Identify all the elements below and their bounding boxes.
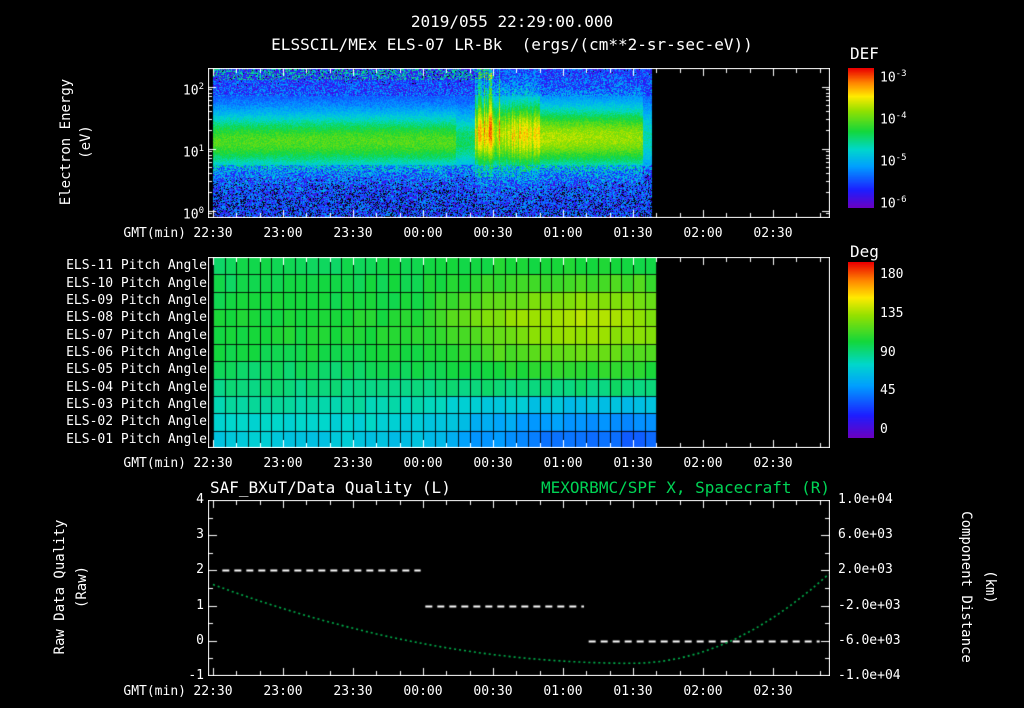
- x-tick-label: 23:00: [263, 684, 303, 699]
- spec-y-tick-label: 101: [182, 143, 204, 160]
- spectrogram-y-label: Electron Energy: [58, 78, 74, 206]
- x-tick-label: 00:30: [473, 456, 513, 471]
- pitch-row-label: ELS-06 Pitch Angle: [66, 345, 207, 360]
- pitch-row-label: ELS-08 Pitch Angle: [66, 310, 207, 326]
- x-tick-label: 01:00: [543, 684, 583, 699]
- ts-left-tick-label: 0: [196, 632, 204, 648]
- deg-colorbar-title: Deg: [850, 242, 879, 261]
- x-tick-label: 02:00: [683, 226, 723, 241]
- ts-left-tick-label: 1: [196, 597, 204, 613]
- x-tick-label: 02:30: [753, 456, 793, 471]
- deg-colorbar-tick-label: 0: [880, 422, 888, 437]
- timeseries-panel: [208, 500, 830, 676]
- pitch-row-label: ELS-02 Pitch Angle: [66, 414, 207, 430]
- spec-y-tick-label: 100: [182, 205, 204, 222]
- ts-right-tick-label: 2.0e+03: [838, 562, 893, 578]
- x-tick-label: 00:00: [403, 456, 443, 471]
- timeseries-left-y-label: Raw Data Quality: [52, 519, 68, 655]
- deg-colorbar-tick-label: 90: [880, 344, 896, 360]
- gmt-label: GMT(min): [123, 226, 186, 241]
- x-tick-label: 02:30: [753, 684, 793, 699]
- pitch-row-label: ELS-01 Pitch Angle: [66, 431, 207, 447]
- x-tick-label: 23:30: [333, 684, 373, 699]
- ts-left-tick-label: 3: [196, 527, 204, 543]
- def-colorbar-tick-label: 10-5: [880, 153, 907, 170]
- deg-colorbar-gradient: [848, 262, 874, 438]
- pitch-row-label: ELS-09 Pitch Angle: [66, 292, 207, 308]
- spectrogram-y-units: (eV): [78, 125, 94, 159]
- gmt-label: GMT(min): [123, 684, 186, 699]
- ts-right-tick-label: -6.0e+03: [838, 632, 901, 648]
- def-colorbar-tick-label: 10-3: [880, 69, 907, 86]
- timeseries-left-y-units: (Raw): [74, 565, 90, 609]
- x-tick-label: 23:00: [263, 226, 303, 241]
- x-tick-label: 22:30: [193, 456, 233, 471]
- deg-colorbar-tick-label: 45: [880, 383, 896, 399]
- x-tick-label: 00:00: [403, 684, 443, 699]
- pitch-row-label: ELS-03 Pitch Angle: [66, 397, 207, 413]
- pitch-angle-panel: [208, 257, 830, 448]
- x-tick-label: 23:30: [333, 226, 373, 241]
- x-tick-label: 00:30: [473, 226, 513, 241]
- plot-screen: 2019/055 22:29:00.000 ELSSCIL/MEx ELS-07…: [0, 0, 1024, 708]
- pitch-row-label: ELS-04 Pitch Angle: [66, 379, 207, 395]
- x-tick-label: 23:30: [333, 456, 373, 471]
- x-tick-label: 02:30: [753, 226, 793, 241]
- gmt-label: GMT(min): [123, 456, 186, 471]
- x-tick-label: 22:30: [193, 226, 233, 241]
- x-tick-label: 01:00: [543, 226, 583, 241]
- deg-colorbar-tick-label: 180: [880, 267, 904, 282]
- pitch-row-label: ELS-05 Pitch Angle: [66, 362, 207, 378]
- timeseries-left-title: SAF_BXuT/Data Quality (L): [210, 478, 451, 497]
- pitch-row-label: ELS-07 Pitch Angle: [66, 327, 207, 343]
- x-tick-label: 01:30: [613, 684, 653, 699]
- x-tick-label: 02:00: [683, 456, 723, 471]
- def-colorbar-gradient: [848, 68, 874, 208]
- ts-left-tick-label: -1: [188, 668, 204, 683]
- x-tick-label: 22:30: [193, 684, 233, 699]
- def-colorbar-tick-label: 10-6: [880, 195, 907, 212]
- timestamp: 2019/055 22:29:00.000: [410, 12, 614, 31]
- pitch-row-label: ELS-10 Pitch Angle: [66, 275, 207, 291]
- ts-left-tick-label: 2: [196, 562, 204, 578]
- x-tick-label: 00:30: [473, 684, 513, 699]
- ts-right-tick-label: 1.0e+04: [838, 492, 893, 507]
- x-tick-label: 23:00: [263, 456, 303, 471]
- pitch-row-label: ELS-11 Pitch Angle: [66, 258, 207, 274]
- x-tick-label: 01:30: [613, 226, 653, 241]
- timeseries-right-title: MEXORBMC/SPF X, Spacecraft (R): [541, 478, 830, 497]
- deg-colorbar-tick-label: 135: [880, 305, 904, 321]
- ts-right-tick-label: 6.0e+03: [838, 527, 893, 543]
- spec-y-tick-label: 102: [182, 81, 204, 98]
- def-colorbar-title: DEF: [850, 44, 879, 63]
- x-tick-label: 00:00: [403, 226, 443, 241]
- timeseries-right-y-units: (km): [982, 570, 998, 604]
- x-tick-label: 01:00: [543, 456, 583, 471]
- electron-energy-spectrogram: [208, 68, 830, 218]
- x-tick-label: 01:30: [613, 456, 653, 471]
- timeseries-right-y-label: Component Distance: [958, 511, 974, 663]
- ts-left-tick-label: 4: [196, 492, 204, 507]
- ts-right-tick-label: -1.0e+04: [838, 668, 901, 683]
- x-tick-label: 02:00: [683, 684, 723, 699]
- def-colorbar-tick-label: 10-4: [880, 111, 907, 128]
- ts-right-tick-label: -2.0e+03: [838, 597, 901, 613]
